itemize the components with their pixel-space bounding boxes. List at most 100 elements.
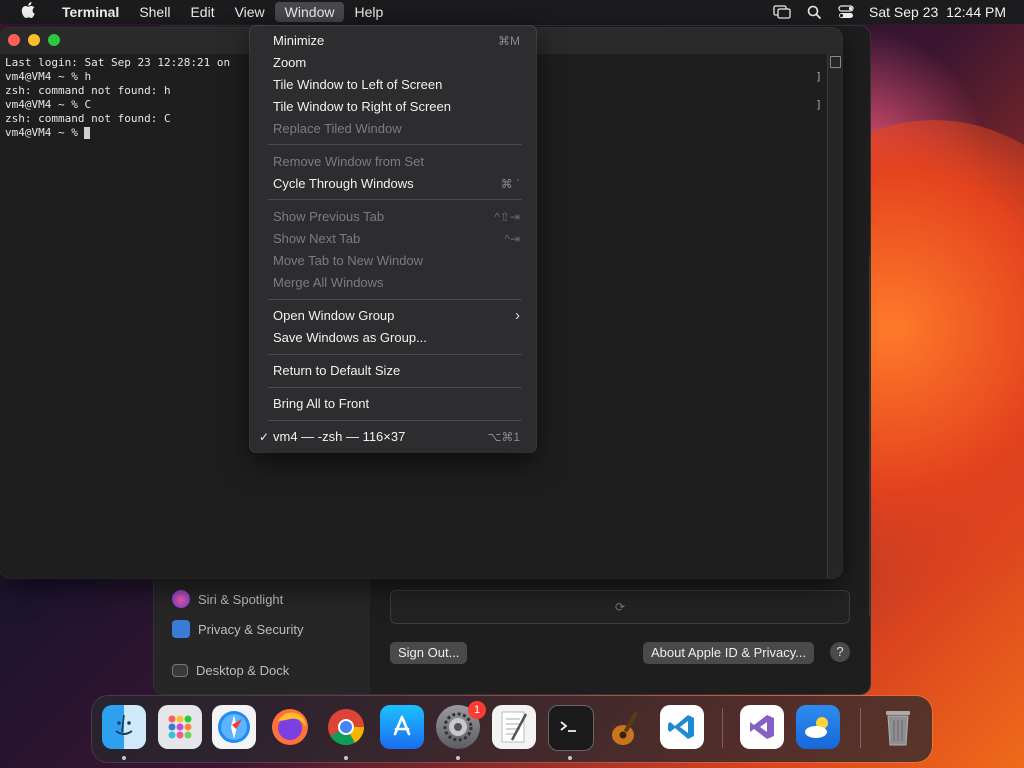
menu-item-label: Tile Window to Left of Screen (273, 77, 443, 92)
running-indicator (456, 756, 460, 760)
control-center-icon[interactable] (837, 4, 855, 20)
textedit-icon[interactable] (492, 705, 536, 749)
menu-item-next-tab[interactable]: Show Next Tab ^⇥ (256, 228, 530, 250)
menu-separator (268, 354, 522, 355)
loading-box: ⟳ (390, 590, 850, 624)
menu-item-save-windows-group[interactable]: Save Windows as Group... (256, 327, 530, 349)
dock-divider (722, 708, 723, 748)
bracket-mark: ] (815, 98, 822, 111)
running-indicator (122, 756, 126, 760)
menu-shell[interactable]: Shell (129, 0, 180, 24)
menu-item-move-tab[interactable]: Move Tab to New Window (256, 250, 530, 272)
menu-separator (268, 420, 522, 421)
menu-item-label: Replace Tiled Window (273, 121, 402, 136)
system-settings-icon[interactable]: 1 (436, 701, 486, 749)
content-border (865, 256, 870, 616)
window-menu-dropdown: Minimize ⌘M Zoom Tile Window to Left of … (250, 26, 536, 452)
chevron-right-icon: › (515, 307, 520, 324)
bracket-mark: ] (815, 70, 822, 83)
spinner-icon: ⟳ (614, 600, 626, 614)
help-button[interactable]: ? (830, 642, 850, 662)
menu-edit[interactable]: Edit (180, 0, 224, 24)
weather-icon[interactable] (796, 705, 840, 749)
menu-item-previous-tab[interactable]: Show Previous Tab ^⇧⇥ (256, 206, 530, 228)
chrome-icon[interactable] (324, 705, 368, 749)
menu-bar: Terminal Shell Edit View Window Help Sat… (0, 0, 1024, 24)
menu-item-shortcut: ⌥⌘1 (487, 430, 520, 444)
menu-item-label: Merge All Windows (273, 275, 384, 290)
menu-separator (268, 299, 522, 300)
trash-icon[interactable] (876, 705, 920, 749)
close-button[interactable] (8, 34, 20, 46)
clock[interactable]: Sat Sep 23 12:44 PM (869, 4, 1006, 20)
checkmark-icon: ✓ (259, 430, 270, 444)
menu-item-label: Cycle Through Windows (273, 176, 414, 191)
apple-menu-icon[interactable] (18, 2, 38, 22)
sidebar-item-desktop-dock[interactable]: Desktop & Dock (172, 663, 289, 678)
about-apple-id-button[interactable]: About Apple ID & Privacy... (643, 642, 815, 664)
sidebar-item-label: Desktop & Dock (196, 663, 290, 678)
menu-item-shortcut: ^⇧⇥ (494, 210, 520, 224)
menu-terminal[interactable]: Terminal (52, 0, 129, 24)
menu-item-bring-all-front[interactable]: Bring All to Front (256, 393, 530, 415)
menu-item-label: Show Previous Tab (273, 209, 385, 224)
menu-item-label: Open Window Group (273, 308, 395, 323)
vscode-icon[interactable] (660, 705, 704, 749)
hand-icon (172, 620, 190, 638)
desktop-dock-icon (172, 664, 188, 677)
visual-studio-icon[interactable] (740, 705, 784, 749)
menu-item-label: Zoom (273, 55, 307, 70)
terminal-scrollbar[interactable] (827, 54, 842, 578)
sidebar-item-privacy-security[interactable]: Privacy & Security (172, 620, 303, 638)
menu-help[interactable]: Help (344, 0, 393, 24)
menu-item-open-window-group[interactable]: Open Window Group › (256, 305, 530, 327)
menu-item-tile-right[interactable]: Tile Window to Right of Screen (256, 96, 530, 118)
launchpad-icon[interactable] (158, 705, 202, 749)
menu-item-replace-tiled[interactable]: Replace Tiled Window (256, 118, 530, 140)
status-area: Sat Sep 23 12:44 PM (773, 4, 1024, 20)
sidebar-item-siri-spotlight[interactable]: Siri & Spotlight (172, 590, 283, 608)
menu-item-label: Show Next Tab (273, 231, 361, 246)
menu-item-label: Remove Window from Set (273, 154, 424, 169)
zoom-button[interactable] (48, 34, 60, 46)
menu-separator (268, 387, 522, 388)
running-indicator (568, 756, 572, 760)
sign-out-button[interactable]: Sign Out... (390, 642, 468, 664)
siri-icon (172, 590, 190, 608)
running-indicator (344, 756, 348, 760)
menu-item-remove-from-set[interactable]: Remove Window from Set (256, 151, 530, 173)
spotlight-search-icon[interactable] (805, 4, 823, 20)
menu-view[interactable]: View (225, 0, 275, 24)
menu-item-tile-left[interactable]: Tile Window to Left of Screen (256, 74, 530, 96)
menu-separator (268, 144, 522, 145)
menu-item-shortcut: ⌘ ` (500, 177, 520, 191)
garageband-icon[interactable] (604, 705, 648, 749)
sidebar-item-label: Privacy & Security (198, 621, 304, 637)
menu-item-label: Save Windows as Group... (273, 330, 427, 345)
terminal-app-icon[interactable] (548, 705, 594, 751)
split-pane-icon[interactable] (830, 56, 841, 68)
screen-mirroring-icon[interactable] (773, 4, 791, 20)
menu-item-merge-windows[interactable]: Merge All Windows (256, 272, 530, 294)
menu-separator (268, 199, 522, 200)
menu-item-label: Minimize (273, 33, 325, 48)
menu-window[interactable]: Window (274, 2, 345, 22)
firefox-icon[interactable] (268, 705, 312, 749)
menu-item-default-size[interactable]: Return to Default Size (256, 360, 530, 382)
dock-divider (860, 708, 861, 748)
notification-badge: 1 (468, 701, 486, 719)
menu-item-zoom[interactable]: Zoom (256, 52, 530, 74)
menu-item-label: Return to Default Size (273, 363, 401, 378)
menu-item-minimize[interactable]: Minimize ⌘M (256, 30, 530, 52)
app-store-icon[interactable] (380, 705, 424, 749)
sidebar-item-label: Siri & Spotlight (198, 591, 284, 607)
dock: 1 (92, 696, 932, 762)
menu-item-cycle-windows[interactable]: Cycle Through Windows ⌘ ` (256, 173, 530, 195)
finder-icon[interactable] (102, 705, 146, 749)
menu-item-window-vm4[interactable]: ✓ vm4 — -zsh — 116×37 ⌥⌘1 (256, 426, 530, 448)
terminal-prompt: vm4@VM4 ~ % (5, 126, 85, 139)
menu-item-label: Bring All to Front (273, 396, 370, 411)
safari-icon[interactable] (212, 705, 256, 749)
minimize-button[interactable] (28, 34, 40, 46)
menu-item-label: Move Tab to New Window (273, 253, 424, 268)
